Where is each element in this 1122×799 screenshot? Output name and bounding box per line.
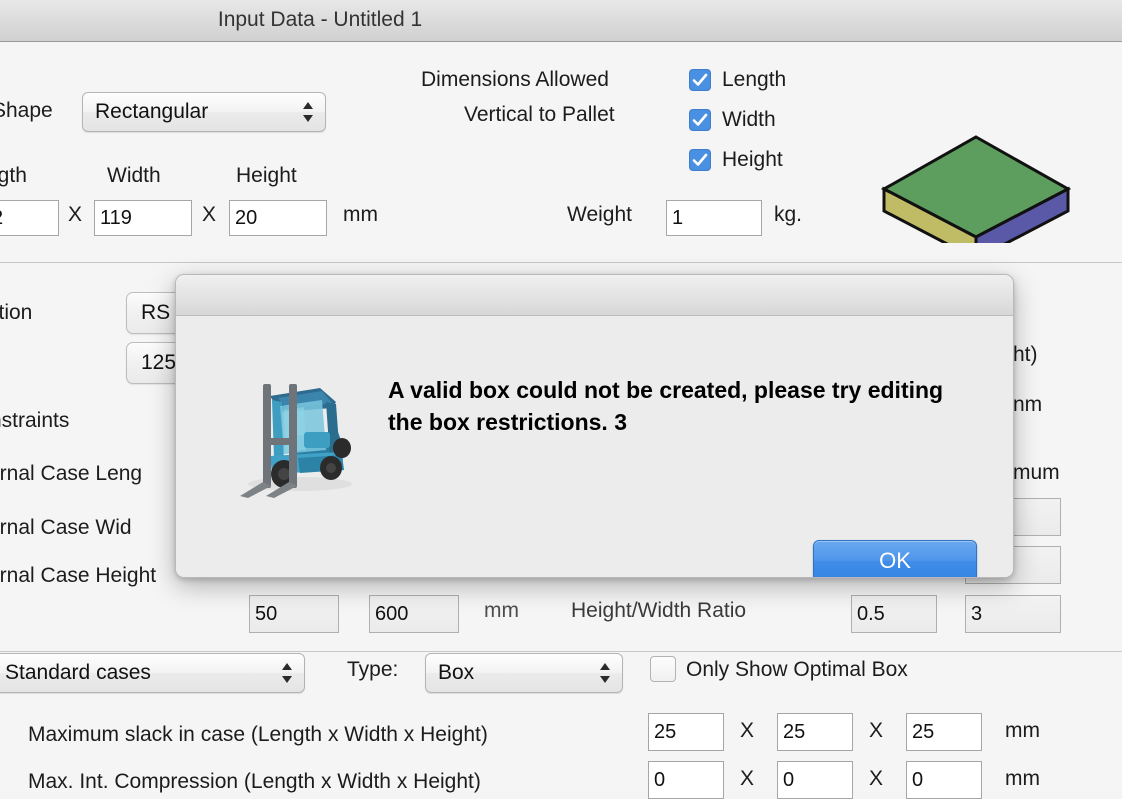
dim-separator-1: X xyxy=(68,203,83,226)
checkbox-only-show-optimal-box[interactable] xyxy=(650,656,676,682)
shape-select-value: Rectangular xyxy=(95,100,209,123)
right-header-height-label: ht) xyxy=(1013,343,1038,366)
shape-select[interactable]: Rectangular xyxy=(82,92,326,132)
window-titlebar: Input Data - Untitled 1 xyxy=(0,0,1122,42)
dialog-ok-button[interactable]: OK xyxy=(813,540,977,577)
max-int-compression-label: Max. Int. Compression (Length x Width x … xyxy=(28,770,481,793)
chevron-updown-icon xyxy=(301,100,315,124)
internal-case-length-label: ernal Case Leng xyxy=(0,462,143,485)
internal-case-width-label: ernal Case Wid xyxy=(0,516,132,539)
error-dialog: A valid box could not be created, please… xyxy=(175,274,1014,578)
dimension-unit-label: mm xyxy=(343,203,378,226)
compression-separator-1: X xyxy=(740,767,755,790)
type-select[interactable]: Box xyxy=(425,653,623,693)
type-select-value: Box xyxy=(438,661,475,684)
slack-unit-label: mm xyxy=(1005,719,1040,742)
section-divider-1 xyxy=(0,262,1122,263)
internal-case-height-label: ernal Case Height xyxy=(0,564,157,587)
shape-label: Shape xyxy=(0,99,53,122)
right-header-maximum-label: mum xyxy=(1013,461,1060,484)
construction-select-value: RS xyxy=(141,301,171,324)
slack-separator-1: X xyxy=(740,719,755,742)
checkbox-height-label: Height xyxy=(722,148,783,171)
case-source-select[interactable]: Standard cases xyxy=(0,653,305,693)
internal-case-height-max-input[interactable] xyxy=(369,595,459,633)
forklift-icon xyxy=(234,378,364,503)
length-label: ngth xyxy=(0,164,27,187)
type-label: Type: xyxy=(347,658,399,681)
dialog-body: A valid box could not be created, please… xyxy=(176,316,1013,577)
internal-case-height-min-input[interactable] xyxy=(249,595,339,633)
checkbox-length[interactable] xyxy=(689,69,711,91)
internal-case-unit-label: mm xyxy=(484,599,519,622)
weight-input[interactable] xyxy=(666,200,762,236)
dimensions-allowed-label-line2: Vertical to Pallet xyxy=(464,103,615,126)
checkbox-width-label: Width xyxy=(722,108,776,131)
compression-height-input[interactable] xyxy=(906,761,982,799)
compression-separator-2: X xyxy=(869,767,884,790)
dialog-titlebar xyxy=(176,275,1013,316)
height-width-ratio-label: Height/Width Ratio xyxy=(571,599,747,622)
right-header-unit-label: nm xyxy=(1013,393,1043,416)
weight-label: Weight xyxy=(567,203,632,226)
height-width-ratio-max-input[interactable] xyxy=(965,595,1061,633)
compression-length-input[interactable] xyxy=(648,761,724,799)
height-width-ratio-min-input[interactable] xyxy=(851,595,937,633)
checkbox-width[interactable] xyxy=(689,109,711,131)
constraints-label: nstraints xyxy=(0,409,70,432)
length-input[interactable] xyxy=(0,200,59,236)
compression-width-input[interactable] xyxy=(777,761,853,799)
width-input[interactable] xyxy=(94,200,192,236)
dialog-ok-label: OK xyxy=(879,548,911,573)
only-show-optimal-box-label: Only Show Optimal Box xyxy=(686,658,908,681)
compression-unit-label: mm xyxy=(1005,767,1040,790)
box-3d-preview xyxy=(880,133,1072,262)
checkbox-length-label: Length xyxy=(722,68,787,91)
height-input[interactable] xyxy=(229,200,327,236)
section-divider-2 xyxy=(0,651,1122,652)
maximum-slack-label: Maximum slack in case (Length x Width x … xyxy=(28,723,488,746)
dim-separator-2: X xyxy=(202,203,217,226)
slack-separator-2: X xyxy=(869,719,884,742)
dialog-message: A valid box could not be created, please… xyxy=(388,377,944,435)
slack-width-input[interactable] xyxy=(777,713,853,751)
dimensions-allowed-label-line1: Dimensions Allowed xyxy=(421,68,609,91)
window-title: Input Data - Untitled 1 xyxy=(217,8,423,31)
checkbox-height[interactable] xyxy=(689,149,711,171)
chevron-updown-icon xyxy=(280,661,294,685)
construction-label: ction xyxy=(0,301,33,324)
width-label: Width xyxy=(107,164,161,187)
slack-height-input[interactable] xyxy=(906,713,982,751)
height-label: Height xyxy=(236,164,297,187)
case-source-select-value: Standard cases xyxy=(5,661,151,684)
chevron-updown-icon xyxy=(598,661,612,685)
slack-length-input[interactable] xyxy=(648,713,724,751)
board-grade-select-value: 125 xyxy=(141,351,177,374)
weight-unit-label: kg. xyxy=(774,203,803,226)
